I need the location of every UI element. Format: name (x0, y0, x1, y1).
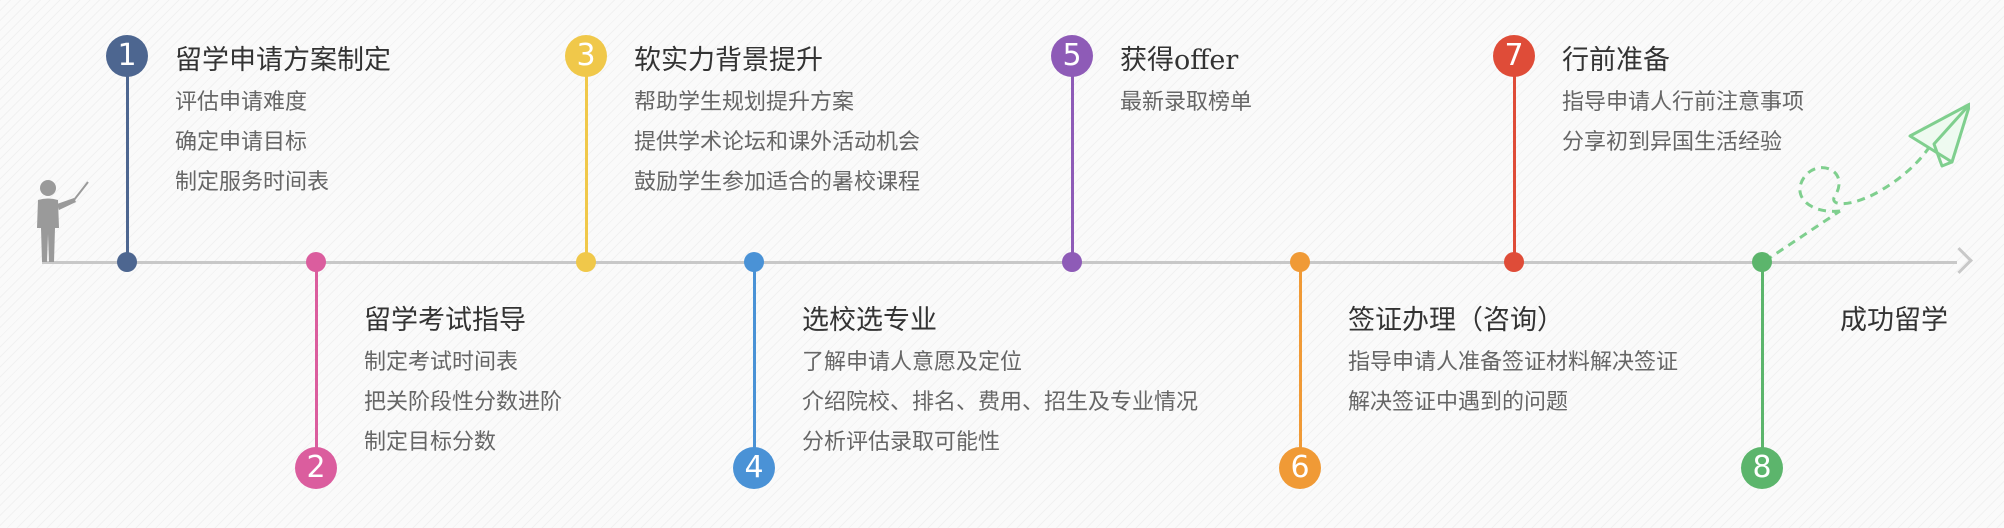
step-8-stem (1760, 262, 1764, 468)
step-1-title: 留学申请方案制定 (175, 45, 391, 76)
step-2-stem (314, 262, 318, 468)
step-1-stem (125, 56, 129, 262)
step-4-title: 选校选专业 (802, 305, 937, 336)
step-6-title: 签证办理（咨询） (1348, 305, 1564, 336)
step-4-detail-line: 介绍院校、排名、费用、招生及专业情况 (802, 390, 1199, 415)
step-5-title: 获得offer (1120, 45, 1239, 76)
step-4-axis-dot (744, 252, 764, 272)
step-2-detail-line: 制定目标分数 (364, 430, 497, 455)
step-5-axis-dot (1062, 252, 1082, 272)
step-5-detail-line: 最新录取榜单 (1120, 90, 1253, 115)
step-2-axis-dot (306, 252, 326, 272)
step-3-title: 软实力背景提升 (634, 45, 823, 76)
step-8-axis-dot (1752, 252, 1772, 272)
step-3-detail-line: 帮助学生规划提升方案 (634, 90, 855, 115)
step-7-axis-dot (1504, 252, 1524, 272)
step-4-number-badge: 4 (733, 447, 775, 489)
step-3-stem (584, 56, 588, 262)
step-1-detail-line: 确定申请目标 (175, 130, 308, 155)
step-7-stem (1512, 56, 1516, 262)
step-2-detail-line: 制定考试时间表 (364, 350, 519, 375)
step-7-number-badge: 7 (1493, 35, 1535, 77)
step-5-stem (1070, 56, 1074, 262)
step-7-detail-line: 指导申请人行前注意事项 (1562, 90, 1805, 115)
step-2-detail-line: 把关阶段性分数进阶 (364, 390, 563, 415)
step-5-number-badge: 5 (1051, 35, 1093, 77)
step-8-number-badge: 8 (1741, 447, 1783, 489)
step-6-axis-dot (1290, 252, 1310, 272)
step-3-axis-dot (576, 252, 596, 272)
step-4-detail-line: 了解申请人意愿及定位 (802, 350, 1023, 375)
step-2-title: 留学考试指导 (364, 305, 526, 336)
step-1-axis-dot (117, 252, 137, 272)
step-2-number-badge: 2 (295, 447, 337, 489)
step-8-title: 成功留学 (1840, 305, 1948, 336)
step-1-number-badge: 1 (106, 35, 148, 77)
step-6-stem (1298, 262, 1302, 468)
step-1-detail-line: 评估申请难度 (175, 90, 308, 115)
step-7-detail-line: 分享初到异国生活经验 (1562, 130, 1783, 155)
step-3-number-badge: 3 (565, 35, 607, 77)
step-7-title: 行前准备 (1562, 45, 1670, 76)
step-6-detail-line: 解决签证中遇到的问题 (1348, 390, 1569, 415)
step-3-detail-line: 鼓励学生参加适合的暑校课程 (634, 170, 921, 195)
step-1-detail-line: 制定服务时间表 (175, 170, 330, 195)
step-4-detail-line: 分析评估录取可能性 (802, 430, 1001, 455)
step-3-detail-line: 提供学术论坛和课外活动机会 (634, 130, 921, 155)
presenter-figure-icon (37, 180, 89, 262)
step-6-number-badge: 6 (1279, 447, 1321, 489)
step-4-stem (752, 262, 756, 468)
timeline-diagram: 1 留学申请方案制定评估申请难度 确定申请目标 制定服务时间表 2 留学考试指导制定考试时… (0, 0, 2004, 528)
paper-plane-icon (1764, 102, 1970, 263)
step-6-detail-line: 指导申请人准备签证材料解决签证 (1348, 350, 1679, 375)
timeline-axis (42, 261, 1957, 264)
